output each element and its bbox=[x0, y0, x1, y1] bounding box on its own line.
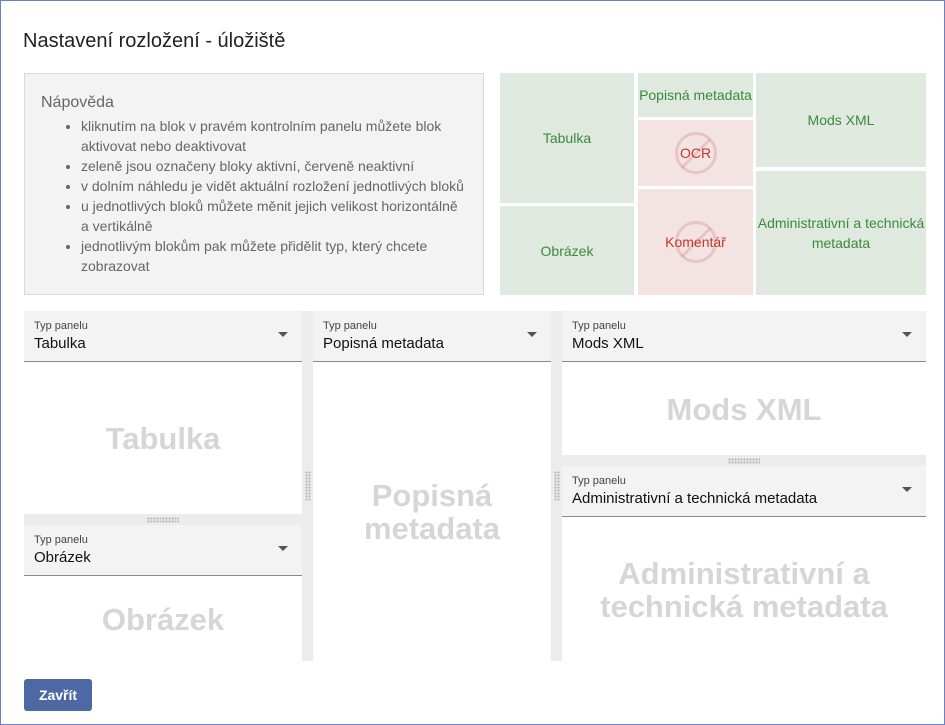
control-block-administrativni[interactable]: Administrativní a technická metadata bbox=[756, 171, 926, 295]
close-button[interactable]: Zavřít bbox=[24, 679, 92, 711]
chevron-down-icon bbox=[902, 487, 912, 492]
control-block-label: Popisná metadata bbox=[639, 87, 752, 103]
layout-settings-dialog: Nastavení rozložení - úložiště Nápověda … bbox=[0, 0, 945, 725]
control-block-label: Administrativní a technická metadata bbox=[757, 215, 925, 251]
resize-handle-horizontal[interactable] bbox=[24, 514, 302, 525]
control-block-label: Tabulka bbox=[542, 130, 592, 146]
select-label: Typ panelu bbox=[572, 320, 626, 332]
chevron-down-icon bbox=[527, 332, 537, 337]
panel-tabulka: Typ panelu Tabulka Tabulka bbox=[24, 311, 302, 514]
control-block-obrazek[interactable]: Obrázek bbox=[500, 206, 634, 295]
grip-icon bbox=[304, 471, 311, 501]
panel-watermark: Mods XML bbox=[666, 391, 822, 427]
panel-type-select[interactable]: Typ panelu Mods XML bbox=[562, 311, 926, 362]
control-block-popisna-metadata[interactable]: Popisná metadata bbox=[638, 73, 753, 117]
panel-type-select[interactable]: Typ panelu Administrativní a technická m… bbox=[562, 466, 926, 517]
help-item: jednotlivým blokům pak můžete přidělit t… bbox=[81, 236, 467, 276]
chevron-down-icon bbox=[902, 332, 912, 337]
panel-popisna-metadata: Typ panelu Popisná metadata Popisná meta… bbox=[313, 311, 551, 661]
select-label: Typ panelu bbox=[34, 534, 88, 546]
panel-watermark: Tabulka bbox=[105, 421, 221, 456]
control-block-komentar[interactable]: Komentář bbox=[638, 189, 753, 295]
control-block-label: Mods XML bbox=[807, 112, 875, 128]
chevron-down-icon bbox=[278, 546, 288, 551]
select-label: Typ panelu bbox=[34, 320, 88, 332]
control-block-label: OCR bbox=[679, 145, 712, 161]
control-block-tabulka[interactable]: Tabulka bbox=[500, 73, 634, 203]
select-label: Typ panelu bbox=[572, 475, 626, 487]
help-title: Nápověda bbox=[41, 94, 114, 111]
panel-watermark: Obrázek bbox=[101, 601, 225, 637]
dialog-title: Nastavení rozložení - úložiště bbox=[23, 30, 286, 52]
panel-obrazek: Typ panelu Obrázek Obrázek bbox=[24, 525, 302, 661]
help-box: Nápověda kliknutím na blok v pravém kont… bbox=[24, 73, 484, 295]
grip-icon bbox=[553, 471, 560, 501]
select-value: Administrativní a technická metadata bbox=[572, 490, 818, 507]
select-value: Mods XML bbox=[572, 335, 644, 352]
control-block-mods-xml[interactable]: Mods XML bbox=[756, 73, 926, 167]
help-list: kliknutím na blok v pravém kontrolním pa… bbox=[41, 116, 467, 276]
grip-icon bbox=[147, 516, 179, 523]
panel-type-select[interactable]: Typ panelu Obrázek bbox=[24, 525, 302, 576]
control-block-label: Obrázek bbox=[540, 242, 594, 259]
resize-handle-vertical[interactable] bbox=[302, 311, 313, 661]
help-item: zeleně jsou označeny bloky aktivní, červ… bbox=[81, 156, 467, 176]
select-value: Tabulka bbox=[34, 335, 86, 352]
chevron-down-icon bbox=[278, 332, 288, 337]
help-item: v dolním náhledu je vidět aktuální rozlo… bbox=[81, 176, 467, 196]
select-value: Popisná metadata bbox=[323, 335, 444, 352]
panel-watermark: Popisná metadata bbox=[363, 478, 501, 546]
control-block-label: Komentář bbox=[665, 234, 726, 250]
panel-mods-xml: Typ panelu Mods XML Mods XML bbox=[562, 311, 926, 455]
resize-handle-horizontal[interactable] bbox=[562, 455, 926, 466]
panel-watermark: Administrativní a technická metadata bbox=[600, 555, 888, 624]
help-item: u jednotlivých bloků můžete měnit jejich… bbox=[81, 196, 467, 236]
select-label: Typ panelu bbox=[323, 320, 377, 332]
grip-icon bbox=[728, 457, 760, 464]
help-item: kliknutím na blok v pravém kontrolním pa… bbox=[81, 116, 467, 156]
select-value: Obrázek bbox=[34, 549, 91, 566]
panel-administrativni: Typ panelu Administrativní a technická m… bbox=[562, 466, 926, 661]
control-block-ocr[interactable]: OCR bbox=[638, 120, 753, 186]
panel-type-select[interactable]: Typ panelu Tabulka bbox=[24, 311, 302, 362]
resize-handle-vertical[interactable] bbox=[551, 311, 562, 661]
panel-type-select[interactable]: Typ panelu Popisná metadata bbox=[313, 311, 551, 362]
